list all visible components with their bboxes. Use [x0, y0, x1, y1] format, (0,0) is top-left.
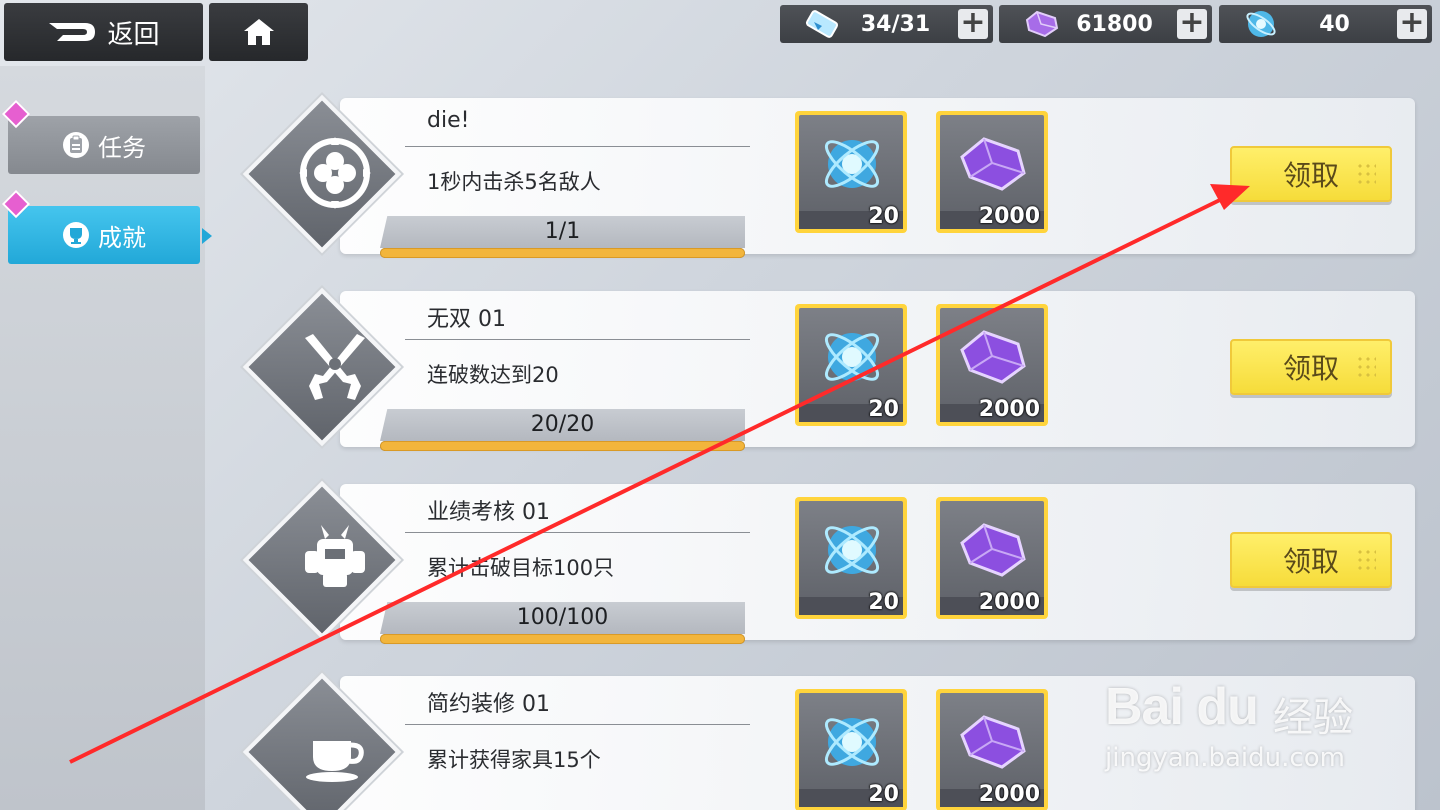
stamina-resource: 34/31 + — [780, 5, 993, 43]
reward-amount: 20 — [868, 782, 899, 807]
divider — [405, 339, 750, 340]
divider — [405, 724, 750, 725]
progress-track — [380, 248, 745, 258]
add-orb-button[interactable]: + — [1397, 8, 1427, 39]
clipboard-icon — [63, 132, 89, 158]
add-crystal-button[interactable]: + — [1177, 8, 1207, 39]
top-bar: 返回 34/31 + 61800 + 40 + — [0, 0, 1440, 66]
reward-amount: 2000 — [978, 204, 1040, 229]
orb-icon — [824, 526, 880, 574]
achievement-title: 业绩考核 01 — [427, 500, 550, 525]
reward-crystal[interactable]: 2000 — [936, 689, 1048, 810]
progress-bar: 1/1 — [380, 216, 745, 258]
stamina-icon — [805, 10, 839, 38]
back-label: 返回 — [107, 19, 160, 50]
crystal-resource: 61800 + — [999, 5, 1212, 43]
crystal-icon — [960, 137, 1026, 191]
crystal-icon — [960, 715, 1026, 769]
reward-crystal[interactable]: 2000 — [936, 497, 1048, 619]
reward-amount: 2000 — [978, 782, 1040, 807]
notification-diamond-icon — [1, 189, 31, 219]
reward-crystal[interactable]: 2000 — [936, 111, 1048, 233]
progress-bar: 100/100 — [380, 602, 745, 644]
tab-tasks[interactable]: 任务 — [1, 99, 200, 174]
orb-icon — [824, 718, 880, 766]
achievement-description: 累计击破目标100只 — [427, 556, 615, 580]
achievement-description: 累计获得家具15个 — [427, 748, 601, 772]
orb-icon — [824, 140, 880, 188]
progress-text: 20/20 — [530, 412, 595, 437]
reward-amount: 20 — [868, 590, 899, 615]
back-arrow-icon — [49, 23, 96, 41]
crystal-icon — [960, 330, 1026, 384]
crystal-icon — [1025, 10, 1059, 38]
crystal-value: 61800 — [1076, 12, 1153, 37]
claim-label: 领取 — [1282, 545, 1339, 578]
coffee-cup-icon — [306, 741, 364, 782]
achievement-description: 连破数达到20 — [427, 363, 559, 387]
reward-orb[interactable]: 20 — [795, 304, 907, 426]
clover-icon — [299, 137, 371, 209]
list-item: die! 1秒内击杀5名敌人 1/1 20 2000 领取 — [242, 94, 1425, 268]
progress-text: 1/1 — [544, 219, 581, 244]
home-icon — [243, 19, 274, 45]
back-button[interactable]: 返回 — [4, 3, 203, 61]
watermark-sub: 经验 — [1273, 695, 1353, 741]
add-stamina-button[interactable]: + — [958, 8, 988, 39]
progress-track — [380, 441, 745, 451]
progress-track — [380, 634, 745, 644]
progress-fill — [380, 248, 745, 258]
achievement-description: 1秒内击杀5名敌人 — [427, 170, 601, 194]
progress-text: 100/100 — [516, 605, 609, 630]
baidu-watermark: Bai du 经验 jingyan.baidu.com — [1105, 655, 1375, 780]
divider — [405, 532, 750, 533]
orb-resource: 40 + — [1219, 5, 1432, 43]
orb-icon — [824, 333, 880, 381]
tab-achievements[interactable]: 成就 — [1, 189, 212, 264]
claim-label: 领取 — [1282, 159, 1339, 192]
reward-orb[interactable]: 20 — [795, 111, 907, 233]
divider — [405, 146, 750, 147]
reward-amount: 2000 — [978, 397, 1040, 422]
claim-button[interactable]: 领取 — [1230, 532, 1392, 588]
list-item: 无双 01 连破数达到20 20/20 20 2000 领取 — [242, 287, 1425, 461]
achievement-title: 简约装修 01 — [427, 692, 550, 717]
reward-crystal[interactable]: 2000 — [936, 304, 1048, 426]
claim-label: 领取 — [1282, 352, 1339, 385]
achievement-title: die! — [427, 108, 470, 133]
notification-diamond-icon — [1, 99, 31, 129]
progress-bar: 20/20 — [380, 409, 745, 451]
crossed-pistols-icon — [305, 334, 365, 400]
reward-amount: 20 — [868, 397, 899, 422]
watermark-brand: Bai du — [1105, 678, 1259, 736]
watermark-url: jingyan.baidu.com — [1105, 743, 1345, 773]
tab-achievements-label: 成就 — [98, 223, 146, 252]
orb-value: 40 — [1319, 12, 1350, 37]
reward-orb[interactable]: 20 — [795, 689, 907, 810]
stamina-value: 34/31 — [860, 12, 931, 37]
robot-icon — [305, 525, 365, 587]
home-button[interactable] — [209, 3, 308, 61]
reward-amount: 20 — [868, 204, 899, 229]
reward-amount: 2000 — [978, 590, 1040, 615]
trophy-icon — [63, 222, 89, 248]
orb-icon — [1246, 11, 1276, 37]
claim-button[interactable]: 领取 — [1230, 339, 1392, 395]
sidebar: 任务 成就 — [0, 66, 212, 810]
list-item: 业绩考核 01 累计击破目标100只 100/100 20 2000 领取 — [242, 480, 1425, 654]
crystal-icon — [960, 523, 1026, 577]
tab-tasks-label: 任务 — [98, 133, 146, 162]
achievement-title: 无双 01 — [427, 307, 506, 332]
progress-fill — [380, 634, 745, 644]
progress-fill — [380, 441, 745, 451]
claim-button[interactable]: 领取 — [1230, 146, 1392, 202]
reward-orb[interactable]: 20 — [795, 497, 907, 619]
